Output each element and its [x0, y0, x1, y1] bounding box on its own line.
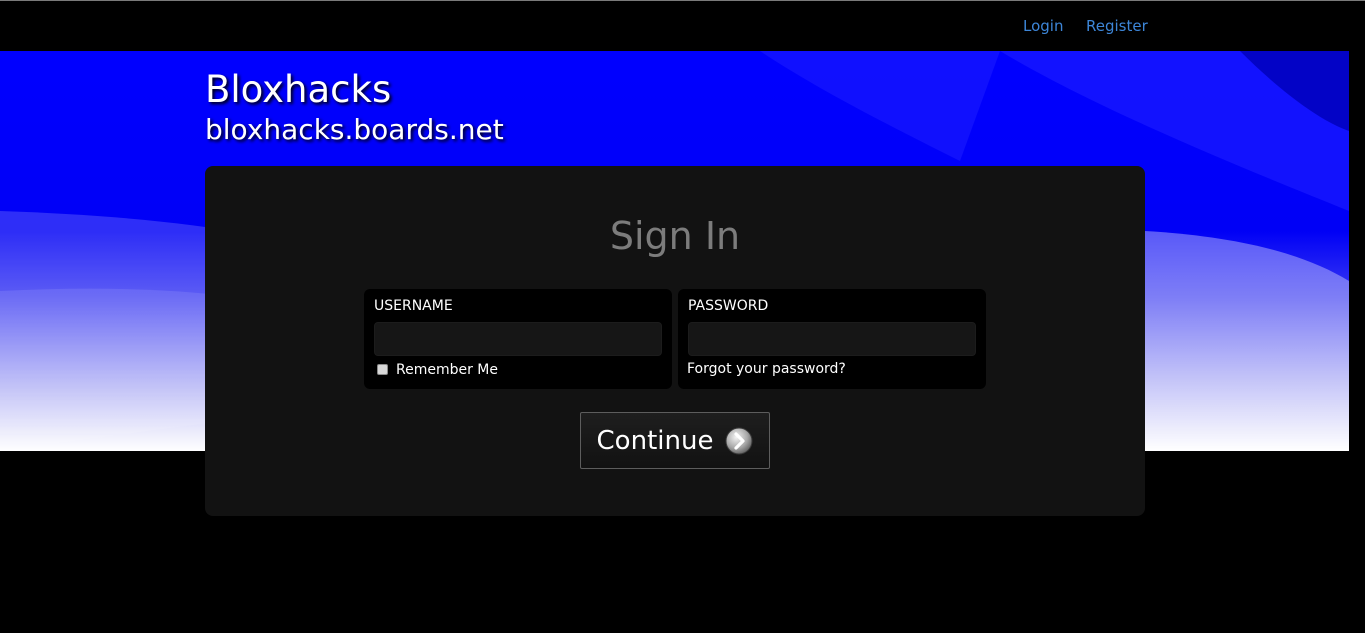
register-link[interactable]: Register — [1086, 17, 1148, 35]
site-title: Bloxhacks — [205, 68, 392, 111]
site-subtitle: bloxhacks.boards.net — [205, 113, 504, 146]
continue-button-label: Continue — [596, 425, 714, 456]
window-top-border — [0, 0, 1365, 1]
chevron-right-circle-icon — [725, 427, 753, 454]
sign-in-heading: Sign In — [609, 214, 741, 258]
login-link[interactable]: Login — [1023, 17, 1063, 35]
sign-in-panel: Sign In USERNAME Remember Me PASSWORD Fo… — [205, 166, 1145, 516]
remember-me-option[interactable]: Remember Me — [377, 362, 498, 378]
username-box: USERNAME Remember Me — [364, 289, 672, 389]
top-navigation-bar: Login Register — [0, 0, 1349, 51]
forgot-password-link[interactable]: Forgot your password? — [687, 361, 846, 377]
continue-button[interactable]: Continue — [580, 412, 770, 469]
username-label: USERNAME — [374, 298, 453, 314]
password-box: PASSWORD Forgot your password? — [678, 289, 986, 389]
page: Login Register Bloxhacks bloxhacks.board… — [0, 0, 1349, 633]
password-input[interactable] — [688, 322, 976, 356]
remember-me-checkbox[interactable] — [377, 363, 388, 375]
username-input[interactable] — [374, 322, 662, 356]
password-label: PASSWORD — [688, 298, 769, 314]
remember-me-label[interactable]: Remember Me — [396, 362, 498, 378]
